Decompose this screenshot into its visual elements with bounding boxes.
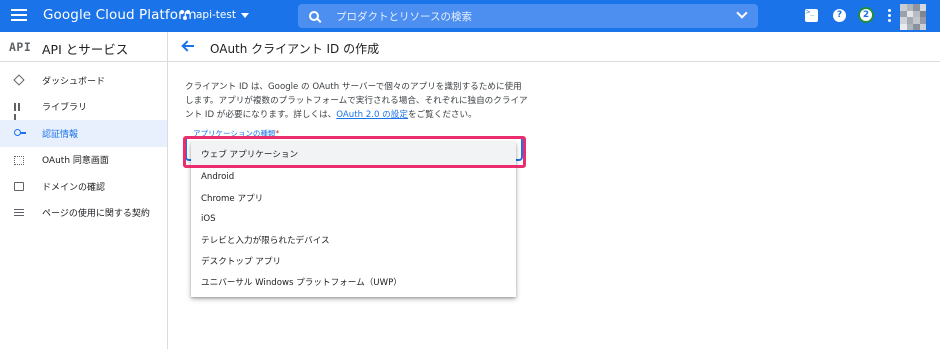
section-title: API とサービス (42, 42, 129, 57)
top-app-bar: Google Cloud Platform api-test プロダクトとリソー… (0, 0, 940, 32)
sidebar-item-label: ダッシュボード (42, 76, 106, 87)
sidebar-item-library[interactable]: ライブラリ (0, 94, 167, 122)
option-ios[interactable]: iOS (191, 208, 516, 229)
highlight-box (183, 136, 526, 168)
sidebar-item-oauth-consent[interactable]: OAuth 同意画面 (0, 147, 167, 174)
terms-icon (14, 208, 24, 218)
consent-screen-icon (14, 155, 24, 165)
search-bar[interactable]: プロダクトとリソースの検索 (298, 4, 758, 28)
sidebar-item-dashboard[interactable]: ダッシュボード (0, 67, 167, 94)
option-tv-limited-input[interactable]: テレビと入力が限られたデバイス (191, 229, 516, 250)
project-selector[interactable]: api-test (180, 9, 249, 21)
option-chrome-app[interactable]: Chrome アプリ (191, 187, 516, 208)
sidebar-item-label: OAuth 同意画面 (42, 156, 109, 167)
page-title: OAuth クライアント ID の作成 (210, 42, 380, 56)
search-icon (309, 11, 319, 21)
api-logo: API (9, 40, 32, 54)
sidebar-item-page-usage-agreements[interactable]: ページの使用に関する契約 (0, 200, 167, 227)
sidebar-divider (167, 32, 168, 349)
sub-header: API API とサービス OAuth クライアント ID の作成 (0, 32, 940, 62)
option-desktop-app[interactable]: デスクトップ アプリ (191, 250, 516, 271)
help-icon[interactable]: ? (833, 9, 846, 22)
sidebar-item-domain-verification[interactable]: ドメインの確認 (0, 173, 167, 200)
notification-badge[interactable]: 2 (858, 7, 874, 23)
project-icon (180, 9, 191, 21)
sidebar-item-credentials[interactable]: 認証情報 (0, 120, 167, 147)
sidebar: ダッシュボード ライブラリ 認証情報 OAuth 同意画面 ドメインの確認 ペー… (0, 67, 167, 226)
search-input[interactable]: プロダクトとリソースの検索 (336, 9, 472, 24)
avatar[interactable] (900, 4, 926, 30)
sidebar-item-label: ドメインの確認 (42, 182, 106, 193)
library-icon (14, 102, 24, 122)
sidebar-item-label: ライブラリ (42, 103, 88, 114)
oauth-settings-link[interactable]: OAuth 2.0 の設定 (336, 110, 408, 120)
option-android[interactable]: Android (191, 166, 516, 187)
expand-icon[interactable] (736, 7, 748, 19)
description-part-2: をご覧ください。 (407, 110, 477, 120)
more-vert-icon[interactable] (888, 9, 891, 24)
option-uwp[interactable]: ユニバーサル Windows プラットフォーム（UWP） (191, 271, 516, 292)
menu-icon[interactable] (11, 9, 27, 23)
brand-title[interactable]: Google Cloud Platform (43, 7, 197, 23)
domain-icon (14, 182, 24, 191)
key-icon (14, 129, 26, 136)
project-name: api-test (196, 9, 236, 21)
dashboard-icon (13, 74, 25, 86)
description-text: クライアント ID は、Google の OAuth サーバーで個々のアプリを識… (185, 80, 530, 122)
caret-down-icon (240, 12, 249, 18)
cloud-shell-icon[interactable] (805, 8, 818, 22)
sidebar-item-label: ページの使用に関する契約 (42, 209, 150, 220)
back-arrow-icon[interactable] (182, 40, 194, 52)
sidebar-item-label: 認証情報 (42, 129, 79, 140)
